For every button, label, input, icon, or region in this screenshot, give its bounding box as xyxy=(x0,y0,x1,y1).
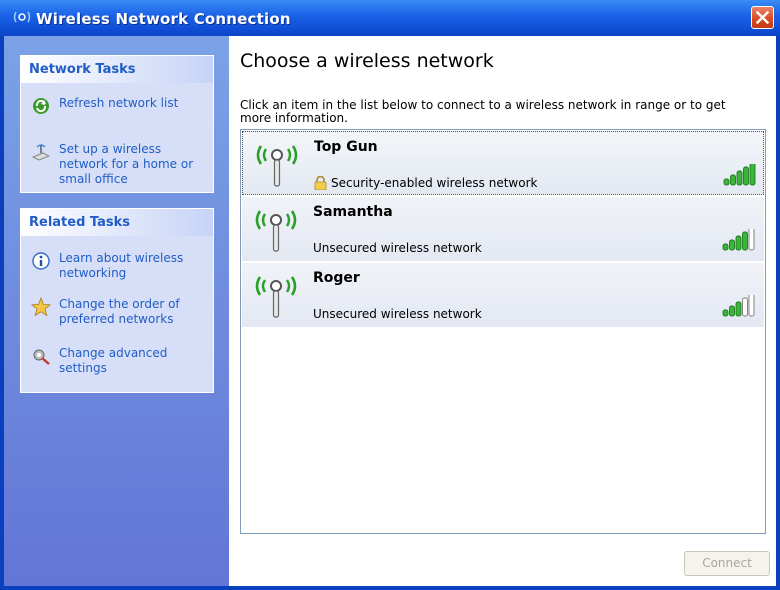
wireless-antenna-icon xyxy=(255,210,297,252)
network-name: Roger xyxy=(313,270,360,286)
signal-bar xyxy=(722,243,729,251)
instructions-text: Click an item in the list below to conne… xyxy=(240,98,726,125)
network-item-samantha[interactable]: Samantha Unsecured wireless network xyxy=(242,197,764,261)
network-item-roger[interactable]: Roger Unsecured wireless network xyxy=(242,263,764,327)
signal-bar xyxy=(748,229,755,251)
title-bar[interactable]: Wireless Network Connection xyxy=(0,0,780,36)
change-order-label: Change the order of preferred networks xyxy=(59,297,180,326)
window-title: Wireless Network Connection xyxy=(36,10,291,28)
setup-wireless-network-label: Set up a wireless network for a home or … xyxy=(59,142,194,186)
network-list[interactable]: Top Gun Security-enabled wireless networ… xyxy=(240,129,766,534)
close-button[interactable] xyxy=(751,6,774,29)
signal-bar xyxy=(748,295,755,317)
change-advanced-settings-task[interactable]: Change advanced settings xyxy=(31,346,211,376)
network-tasks-panel: Network Tasks Refresh network list Set u… xyxy=(20,55,214,193)
page-title: Choose a wireless network xyxy=(240,50,494,72)
network-status: Unsecured wireless network xyxy=(313,241,482,255)
wireless-icon xyxy=(13,11,31,23)
network-name: Top Gun xyxy=(314,139,378,155)
refresh-icon xyxy=(33,98,49,114)
setup-network-icon xyxy=(32,144,50,161)
connect-button[interactable]: Connect xyxy=(684,551,770,576)
signal-bar xyxy=(743,166,749,186)
signal-bar xyxy=(735,301,742,317)
signal-bar xyxy=(722,309,729,317)
network-tasks-header[interactable]: Network Tasks xyxy=(21,56,213,83)
network-name: Samantha xyxy=(313,204,393,220)
star-icon xyxy=(31,297,51,317)
change-advanced-settings-label: Change advanced settings xyxy=(59,346,168,375)
signal-bar xyxy=(723,178,730,186)
refresh-network-list-label: Refresh network list xyxy=(59,96,179,110)
signal-bar xyxy=(742,297,748,317)
network-status-label: Unsecured wireless network xyxy=(313,307,482,321)
signal-bar xyxy=(729,305,735,317)
network-item-top-gun[interactable]: Top Gun Security-enabled wireless networ… xyxy=(242,131,764,195)
wireless-network-window: Wireless Network Connection Network Task… xyxy=(0,0,780,590)
signal-strength-icon xyxy=(723,164,756,186)
task-sidebar: Network Tasks Refresh network list Set u… xyxy=(4,36,229,586)
related-tasks-header[interactable]: Related Tasks xyxy=(21,209,213,236)
wireless-antenna-icon xyxy=(256,145,298,187)
setup-wireless-network-task[interactable]: Set up a wireless network for a home or … xyxy=(31,142,211,187)
network-status-label: Security-enabled wireless network xyxy=(331,176,538,190)
signal-strength-icon xyxy=(722,295,755,317)
learn-wireless-label: Learn about wireless networking xyxy=(59,251,184,280)
signal-bar xyxy=(742,231,748,251)
wireless-antenna-icon xyxy=(255,276,297,318)
network-status: Security-enabled wireless network xyxy=(314,176,537,190)
related-tasks-panel: Related Tasks Learn about wireless netwo… xyxy=(20,208,214,393)
network-status: Unsecured wireless network xyxy=(313,307,482,321)
signal-bar xyxy=(736,170,743,186)
signal-bar xyxy=(749,164,756,186)
signal-bar xyxy=(735,235,742,251)
settings-icon xyxy=(33,349,50,365)
signal-strength-icon xyxy=(722,229,755,251)
learn-wireless-task[interactable]: Learn about wireless networking xyxy=(31,251,211,281)
change-order-task[interactable]: Change the order of preferred networks xyxy=(31,297,211,327)
refresh-network-list-task[interactable]: Refresh network list xyxy=(31,96,178,116)
info-icon xyxy=(32,252,50,270)
network-status-label: Unsecured wireless network xyxy=(313,241,482,255)
signal-bar xyxy=(730,174,736,186)
lock-icon xyxy=(314,176,327,190)
main-pane: Choose a wireless network Click an item … xyxy=(229,36,776,586)
close-icon xyxy=(756,11,769,24)
window-client-area: Network Tasks Refresh network list Set u… xyxy=(4,36,776,586)
signal-bar xyxy=(729,239,735,251)
